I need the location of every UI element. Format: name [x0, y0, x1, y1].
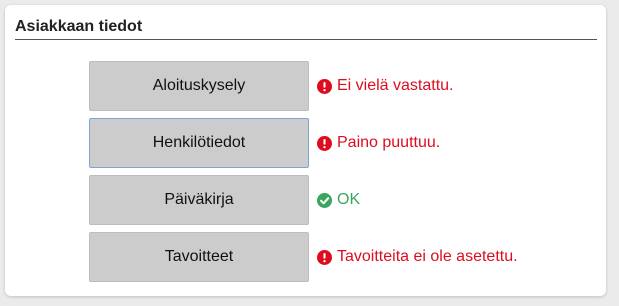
paivakirja-button[interactable]: Päiväkirja — [89, 175, 309, 225]
item-row-tavoitteet: Tavoitteet Tavoitteita ei ole asetettu. — [89, 232, 518, 282]
henkilotiedot-button[interactable]: Henkilötiedot — [89, 118, 309, 168]
item-row-paivakirja: Päiväkirja OK — [89, 175, 360, 225]
exclamation-circle-icon — [317, 78, 332, 94]
tavoitteet-status-text: Tavoitteita ei ole asetettu. — [337, 248, 518, 265]
aloituskysely-status-text: Ei vielä vastattu. — [337, 77, 454, 94]
aloituskysely-status: Ei vielä vastattu. — [317, 76, 454, 96]
item-row-aloituskysely: Aloituskysely Ei vielä vastattu. — [89, 61, 454, 111]
paivakirja-status: OK — [317, 190, 360, 210]
exclamation-circle-icon — [317, 135, 332, 151]
henkilotiedot-status-text: Paino puuttuu. — [337, 134, 441, 151]
tavoitteet-status: Tavoitteita ei ole asetettu. — [317, 247, 518, 267]
henkilotiedot-status: Paino puuttuu. — [317, 133, 440, 153]
tavoitteet-button[interactable]: Tavoitteet — [89, 232, 309, 282]
aloituskysely-button[interactable]: Aloituskysely — [89, 61, 309, 111]
paivakirja-status-text: OK — [337, 191, 361, 208]
title-divider — [15, 39, 597, 40]
customer-info-panel: Asiakkaan tiedot Aloituskysely Ei vielä … — [5, 5, 606, 296]
panel-title: Asiakkaan tiedot — [15, 18, 143, 35]
check-circle-icon — [317, 192, 332, 208]
item-row-henkilotiedot: Henkilötiedot Paino puuttuu. — [89, 118, 440, 168]
exclamation-circle-icon — [317, 249, 332, 265]
